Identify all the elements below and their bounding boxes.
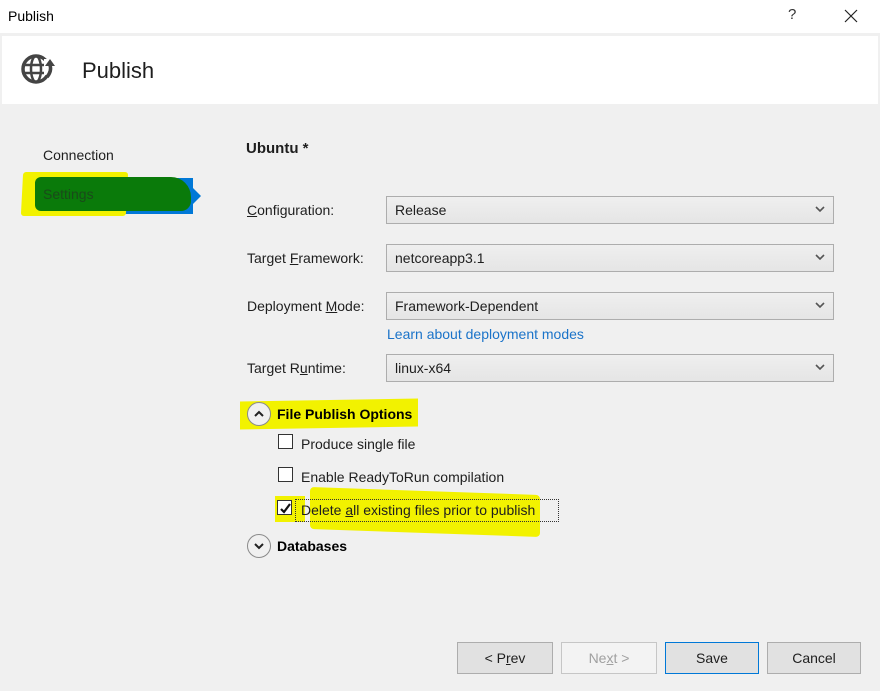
file-publish-options-header[interactable]: File Publish Options: [277, 406, 412, 422]
close-icon: [844, 9, 858, 23]
delete-existing-files-label[interactable]: Delete all existing files prior to publi…: [301, 502, 535, 518]
save-button[interactable]: Save: [665, 642, 759, 674]
checkmark-icon: [280, 503, 291, 514]
target-runtime-label: Target Runtime:: [247, 360, 346, 376]
databases-header[interactable]: Databases: [277, 538, 347, 554]
window-title: Publish: [8, 8, 54, 24]
target-framework-value: netcoreapp3.1: [395, 250, 485, 266]
chevron-down-icon: [815, 206, 825, 213]
produce-single-file-label[interactable]: Produce single file: [301, 436, 415, 452]
enable-readytorun-label[interactable]: Enable ReadyToRun compilation: [301, 469, 504, 485]
profile-title: Ubuntu *: [246, 140, 309, 157]
chevron-down-icon: [815, 302, 825, 309]
cancel-button[interactable]: Cancel: [767, 642, 861, 674]
next-button[interactable]: Next >: [561, 642, 657, 674]
deployment-modes-link[interactable]: Learn about deployment modes: [387, 326, 584, 342]
target-runtime-value: linux-x64: [395, 360, 452, 376]
title-bar: Publish ?: [0, 0, 880, 33]
dialog-header: Publish: [2, 36, 878, 104]
configuration-value: Release: [395, 202, 447, 218]
chevron-down-icon: [254, 543, 264, 550]
chevron-down-icon: [815, 364, 825, 371]
chevron-up-icon: [254, 410, 264, 417]
sidebar-item-settings[interactable]: Settings: [20, 172, 207, 216]
globe-publish-icon: [21, 54, 56, 84]
chevron-down-icon: [815, 254, 825, 261]
close-button[interactable]: [838, 3, 864, 29]
sidebar-item-label: Settings: [43, 186, 94, 202]
expand-databases-button[interactable]: [247, 534, 271, 558]
header-title: Publish: [82, 58, 155, 83]
delete-existing-files-checkbox[interactable]: [277, 500, 292, 515]
configuration-select[interactable]: Release: [386, 196, 834, 224]
deployment-mode-select[interactable]: Framework-Dependent: [386, 292, 834, 320]
collapse-file-publish-options-button[interactable]: [247, 402, 271, 426]
help-button[interactable]: ?: [788, 6, 796, 23]
target-framework-label: Target Framework:: [247, 250, 364, 266]
configuration-label: Configuration:: [247, 202, 335, 218]
prev-button[interactable]: < Prev: [457, 642, 553, 674]
target-framework-select[interactable]: netcoreapp3.1: [386, 244, 834, 272]
deployment-mode-label: Deployment Mode:: [247, 298, 365, 314]
deployment-mode-value: Framework-Dependent: [395, 298, 539, 314]
enable-readytorun-checkbox[interactable]: [278, 467, 293, 482]
produce-single-file-checkbox[interactable]: [278, 434, 293, 449]
selection-arrow-icon: [193, 188, 201, 204]
sidebar-item-connection[interactable]: Connection: [43, 147, 114, 163]
target-runtime-select[interactable]: linux-x64: [386, 354, 834, 382]
